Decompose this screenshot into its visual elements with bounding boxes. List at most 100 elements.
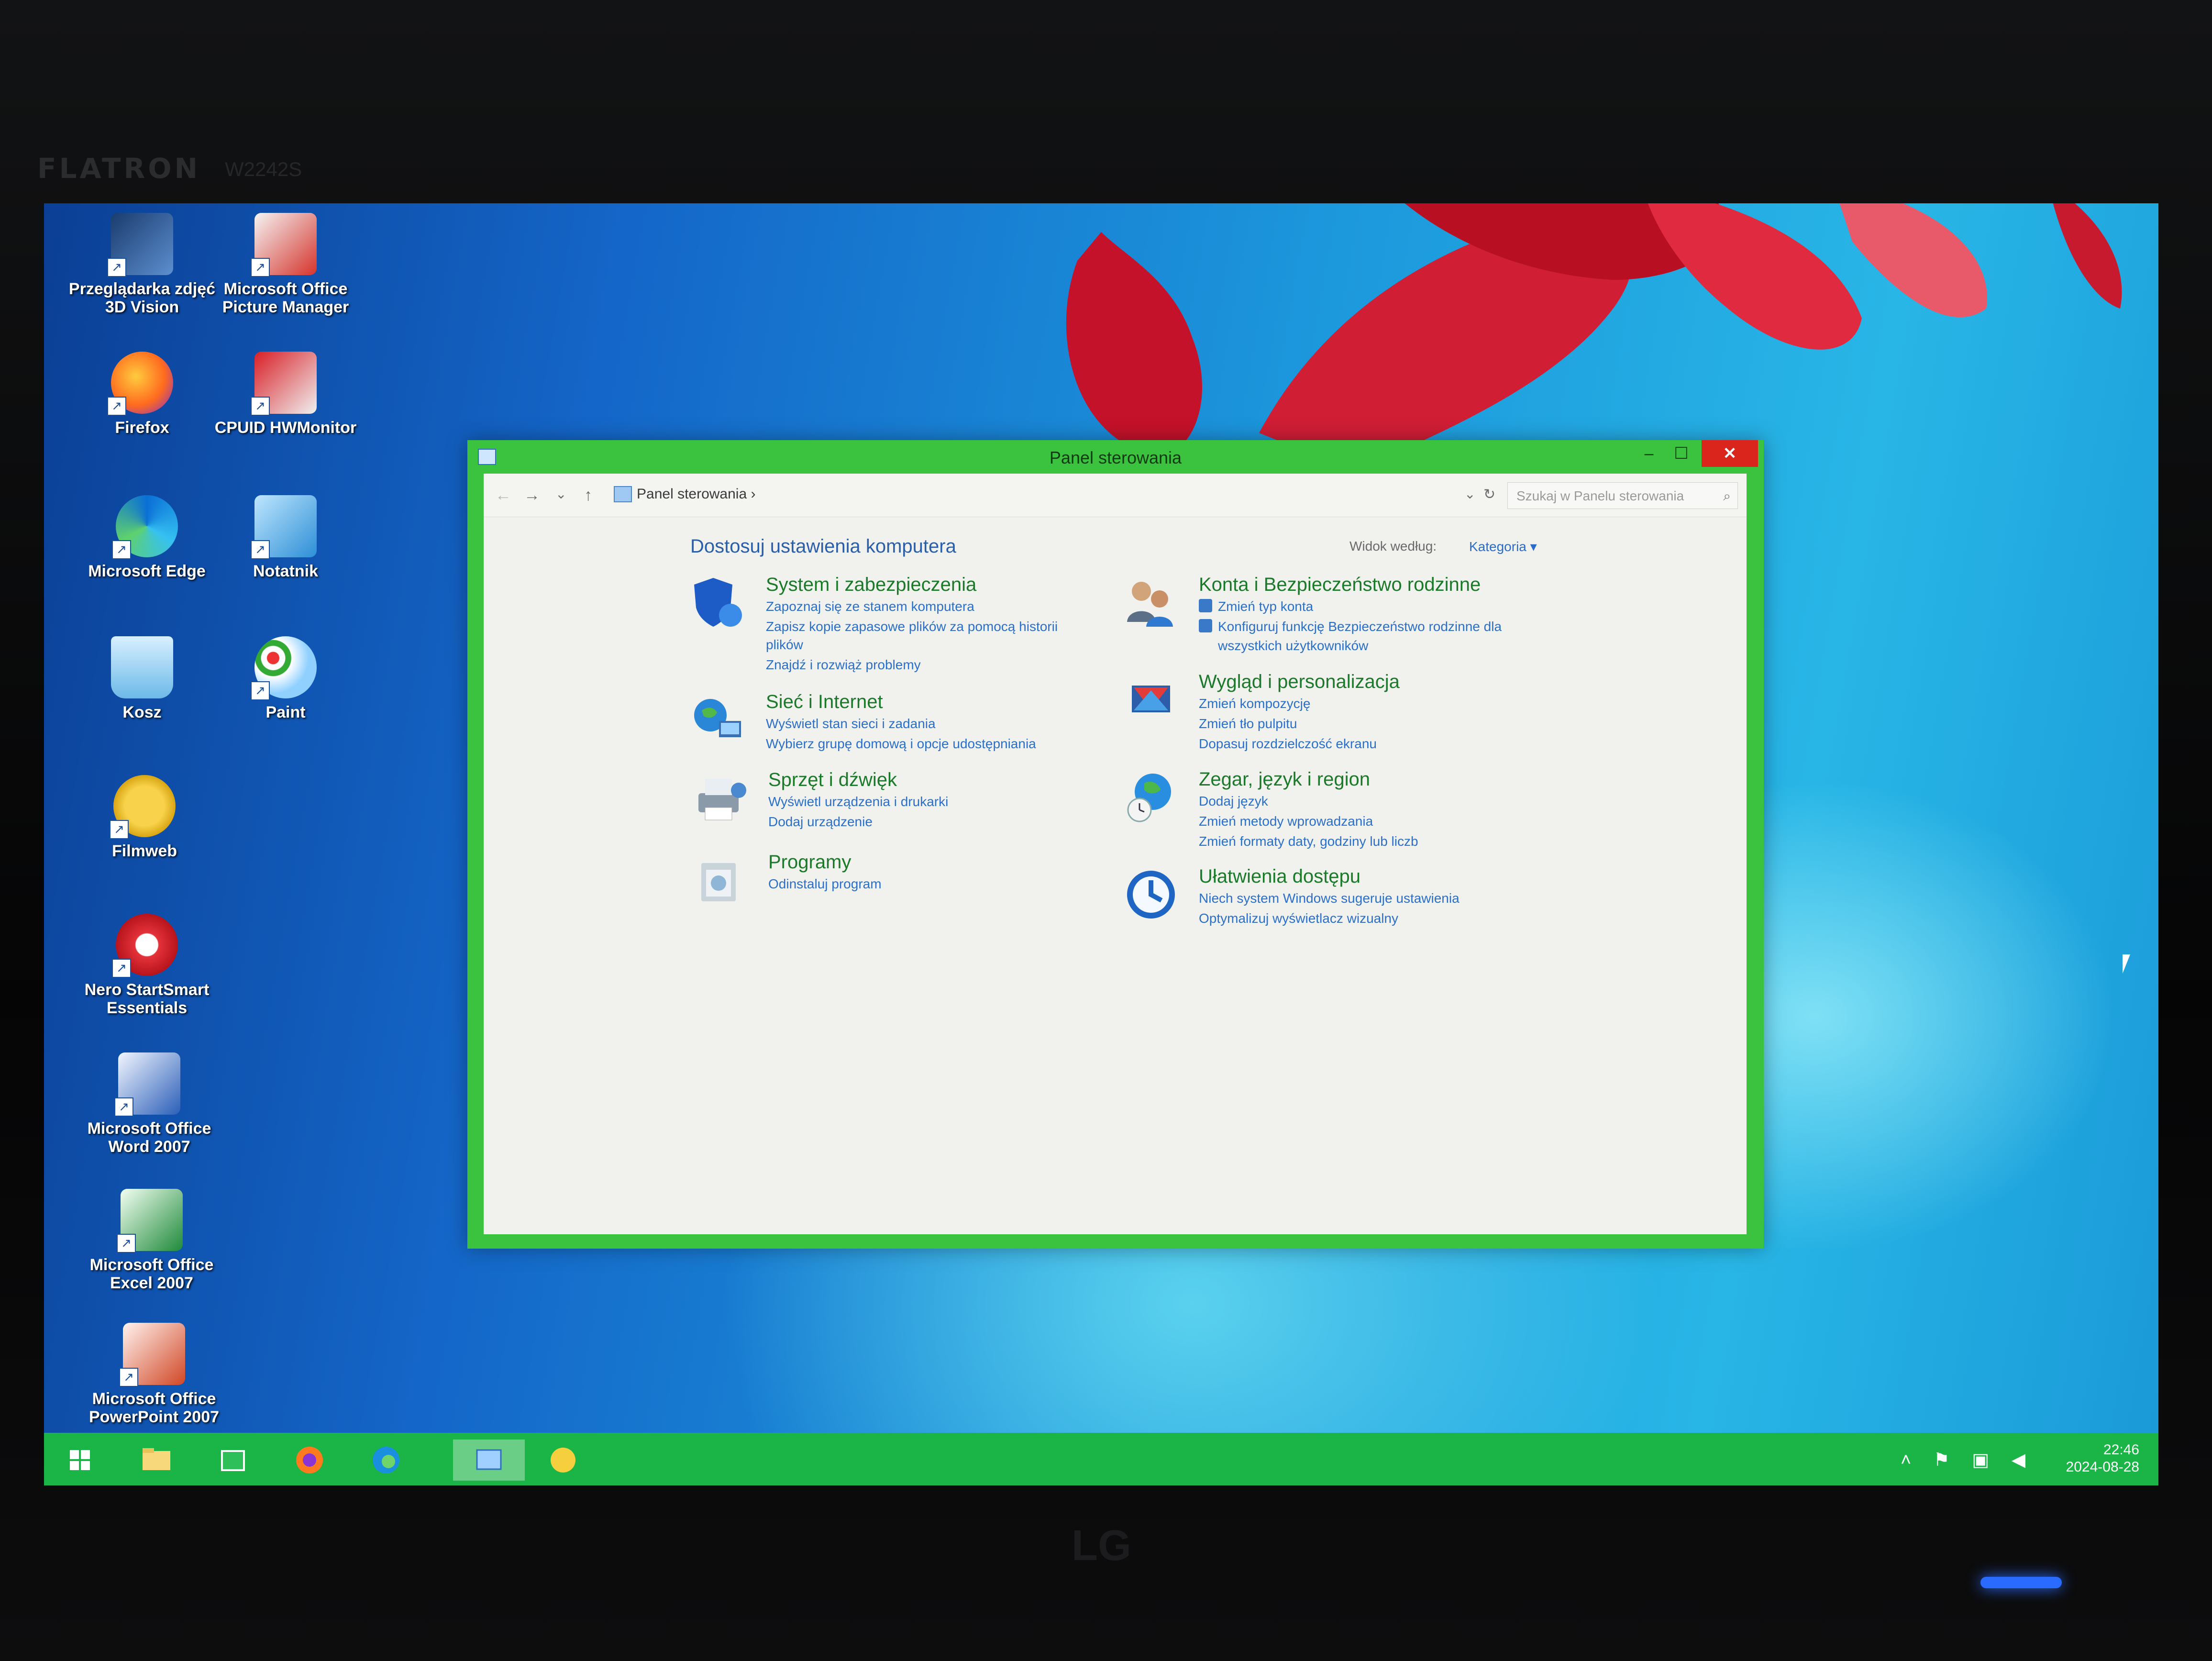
control-panel-window: Panel sterowania – ☐ ✕ ← → ⌄ ↑ Panel ste… (467, 440, 1764, 1249)
category-link[interactable]: Zapoznaj się ze stanem komputera (766, 599, 974, 614)
clock[interactable]: 22:46 2024-08-28 (2066, 1441, 2139, 1476)
taskbar-filmweb[interactable] (537, 1440, 589, 1481)
view-by-dropdown[interactable]: Kategoria ▾ (1469, 539, 1537, 554)
taskbar-file-explorer[interactable] (130, 1440, 183, 1481)
minimize-button[interactable]: – (1632, 440, 1666, 467)
refresh-button[interactable]: ↻ (1483, 486, 1495, 503)
category-title[interactable]: Sprzęt i dźwięk (768, 769, 897, 791)
desktop-icon-label: Microsoft Office Word 2007 (87, 1119, 211, 1156)
network-globe-icon (694, 699, 741, 737)
back-button[interactable]: ← (495, 486, 511, 505)
taskbar-edge[interactable] (360, 1440, 412, 1481)
desktop-icon-filmweb[interactable]: ↗ Filmweb (70, 775, 219, 860)
window-title: Panel sterowania (1049, 448, 1182, 467)
category-link[interactable]: wszystkich użytkowników (1218, 638, 1368, 653)
desktop-icon-firefox[interactable]: ↗ Firefox (68, 352, 216, 437)
title-bar[interactable]: Panel sterowania – ☐ ✕ (467, 440, 1764, 474)
taskbar-firefox[interactable] (283, 1440, 336, 1481)
uac-shield-icon (1199, 599, 1212, 612)
category-link[interactable]: Zmień formaty daty, godziny lub liczb (1199, 834, 1418, 849)
close-button[interactable]: ✕ (1702, 440, 1758, 467)
category-link[interactable]: Wybierz grupę domową i opcje udostępnian… (766, 736, 1036, 752)
category-link[interactable]: Konfiguruj funkcję Bezpieczeństwo rodzin… (1218, 619, 1502, 634)
mouse-cursor-icon (2123, 954, 2130, 974)
desktop-icon-hwmonitor[interactable]: ↗ CPUID HWMonitor (211, 352, 360, 437)
desktop-icon-label: Microsoft Office Excel 2007 (89, 1256, 214, 1292)
shortcut-arrow-icon: ↗ (112, 540, 131, 559)
category-link[interactable]: Zmień kompozycję (1199, 696, 1310, 711)
search-icon[interactable]: ⌕ (1723, 488, 1731, 504)
desktop-icon-label: Filmweb (111, 842, 177, 860)
category-link[interactable]: plików (766, 637, 803, 653)
category-link[interactable]: Niech system Windows sugeruje ustawienia (1199, 891, 1460, 906)
category-link[interactable]: Dopasuj rozdzielczość ekranu (1199, 736, 1377, 752)
desktop-icon-paint[interactable]: ↗ Paint (211, 636, 360, 721)
system-tray-icons[interactable]: ˄ ⚑ ▣ ◀ (1901, 1449, 2034, 1471)
category-title[interactable]: System i zabezpieczenia (766, 574, 976, 596)
nero-icon: ↗ (112, 914, 178, 978)
up-button[interactable]: ↑ (584, 486, 592, 505)
category-link[interactable]: Wyświetl urządzenia i drukarki (768, 794, 948, 809)
desktop-icon-label: Notatnik (253, 562, 318, 580)
category-title[interactable]: Zegar, język i region (1199, 769, 1370, 790)
category-link[interactable]: Zmień tło pulpitu (1199, 716, 1297, 731)
category-link[interactable]: Optymalizuj wyświetlacz wizualny (1199, 911, 1398, 926)
desktop-icon-powerpoint[interactable]: ↗ Microsoft Office PowerPoint 2007 (80, 1323, 228, 1426)
category-appearance: Wygląd i personalizacja Zmień kompozycję… (1122, 671, 1553, 762)
shortcut-arrow-icon: ↗ (119, 1368, 138, 1387)
category-title[interactable]: Ułatwienia dostępu (1199, 866, 1360, 887)
category-link[interactable]: Zmień metody wprowadzania (1199, 814, 1373, 829)
category-title[interactable]: Wygląd i personalizacja (1199, 671, 1400, 693)
desktop-icon-edge[interactable]: ↗ Microsoft Edge (73, 495, 221, 580)
desktop-icon-word[interactable]: ↗ Microsoft Office Word 2007 (75, 1052, 223, 1156)
desktop-icon-notepad[interactable]: ↗ Notatnik (211, 495, 360, 580)
3d-vision-photo-viewer-icon: ↗ (107, 213, 173, 277)
desktop-icon-excel[interactable]: ↗ Microsoft Office Excel 2007 (77, 1189, 226, 1292)
taskbar-store[interactable] (207, 1440, 259, 1481)
taskbar-control-panel[interactable] (453, 1440, 525, 1481)
shield-icon (694, 578, 742, 627)
firefox-icon: ↗ (107, 352, 173, 416)
desktop-screen: ↗ Przeglądarka zdjęć 3D Vision ↗ Microso… (44, 203, 2158, 1485)
category-link[interactable]: Znajdź i rozwiąż problemy (766, 657, 921, 673)
desktop-icon-label: Nero StartSmart Essentials (84, 981, 210, 1017)
store-icon (221, 1450, 245, 1471)
desktop-icon-label: Microsoft Edge (88, 562, 206, 580)
category-link[interactable]: Odinstaluj program (768, 876, 882, 892)
category-title[interactable]: Programy (768, 852, 851, 873)
breadcrumb-item[interactable]: Panel sterowania (637, 486, 747, 502)
desktop-icon-recycle-bin[interactable]: Kosz (68, 636, 216, 721)
address-dropdown-button[interactable]: ⌄ (1464, 486, 1475, 502)
recycle-bin-icon (111, 636, 173, 698)
category-hardware-sound: Sprzęt i dźwięk Wyświetl urządzenia i dr… (692, 769, 1074, 841)
search-input[interactable]: Szukaj w Panelu sterowania ⌕ (1507, 482, 1738, 509)
category-link[interactable]: Dodaj język (1199, 794, 1268, 809)
desktop-icon-label: Firefox (115, 419, 169, 437)
appearance-monitor-icon (1132, 686, 1170, 712)
maximize-button[interactable]: ☐ (1666, 440, 1697, 467)
category-link[interactable]: Zmień typ konta (1218, 599, 1313, 614)
picture-manager-icon: ↗ (251, 213, 317, 277)
filmweb-icon: ↗ (110, 775, 176, 839)
category-title[interactable]: Sieć i Internet (766, 691, 883, 713)
category-link[interactable]: Wyświetl stan sieci i zadania (766, 716, 936, 731)
category-title[interactable]: Konta i Bezpieczeństwo rodzinne (1199, 574, 1481, 596)
desktop-icon-picture-manager[interactable]: ↗ Microsoft Office Picture Manager (211, 213, 360, 316)
breadcrumb[interactable]: Panel sterowania › (637, 486, 756, 502)
desktop-icon-label: Przeglądarka zdjęć 3D Vision (68, 280, 216, 316)
category-link[interactable]: Dodaj urządzenie (768, 814, 873, 830)
power-led (1980, 1577, 2062, 1588)
control-panel-breadcrumb-icon (614, 486, 632, 502)
recent-locations-button[interactable]: ⌄ (555, 486, 566, 502)
breadcrumb-separator[interactable]: › (751, 486, 756, 502)
desktop-icon-3d-vision[interactable]: ↗ Przeglądarka zdjęć 3D Vision (68, 213, 216, 316)
category-link[interactable]: Zapisz kopie zapasowe plików za pomocą h… (766, 619, 1058, 634)
uac-shield-icon (1199, 619, 1212, 632)
monitor-brand: FLATRON (37, 152, 201, 185)
notepad-icon: ↗ (251, 495, 317, 559)
forward-button[interactable]: → (524, 486, 540, 505)
start-button[interactable] (54, 1440, 106, 1481)
desktop-icon-nero[interactable]: ↗ Nero StartSmart Essentials (73, 914, 221, 1017)
address-bar: ← → ⌄ ↑ Panel sterowania › ⌄ ↻ Szukaj w … (484, 474, 1747, 517)
printer-icon (698, 779, 746, 820)
